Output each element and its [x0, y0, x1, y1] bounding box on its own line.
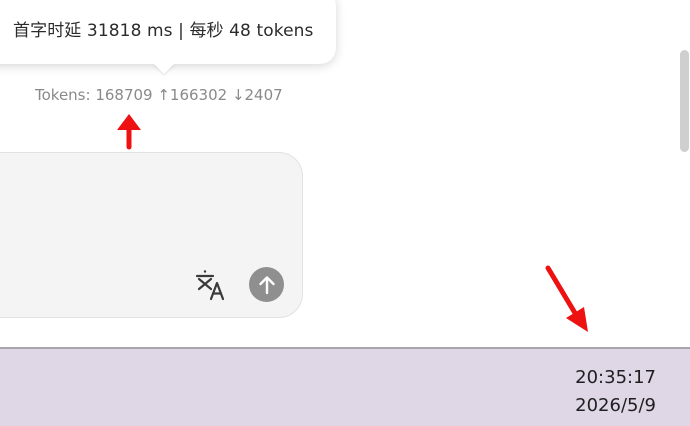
screen: 首字时延 31818 ms | 每秒 48 tokens Tokens: 168…	[0, 0, 690, 426]
clock-time[interactable]: 20:35:17	[575, 367, 656, 388]
token-stats[interactable]: Tokens: 168709 ↑166302 ↓2407	[35, 86, 283, 104]
annotation-arrow-up	[117, 114, 141, 150]
tooltip-pointer	[153, 63, 175, 74]
annotation-arrow-down	[545, 265, 588, 332]
taskbar: 20:35:17 2026/5/9	[0, 347, 690, 426]
latency-tooltip: 首字时延 31818 ms | 每秒 48 tokens	[0, 0, 336, 64]
translate-icon	[195, 270, 225, 301]
scrollbar-thumb[interactable]	[680, 50, 689, 152]
arrow-up-icon	[258, 275, 275, 294]
tooltip-text: 首字时延 31818 ms | 每秒 48 tokens	[13, 21, 314, 41]
translate-button[interactable]	[194, 268, 228, 302]
send-button[interactable]	[249, 267, 284, 302]
clock-date[interactable]: 2026/5/9	[575, 395, 656, 416]
